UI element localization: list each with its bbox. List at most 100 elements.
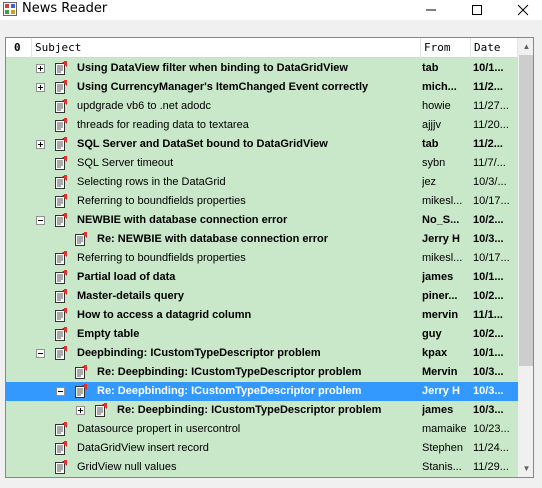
- message-subject: Selecting rows in the DataGrid: [77, 176, 226, 188]
- message-row[interactable]: Using CurrencyManager's ItemChanged Even…: [6, 78, 518, 97]
- close-button[interactable]: [504, 0, 542, 20]
- message-row[interactable]: Empty table guy 10/2...: [6, 325, 518, 344]
- message-row[interactable]: SQL Server timeout sybn 11/7/...: [6, 154, 518, 173]
- attachment-column-header[interactable]: 0: [6, 38, 32, 58]
- message-row[interactable]: Using DataView filter when binding to Da…: [6, 59, 518, 78]
- expand-thread-icon[interactable]: [36, 64, 45, 73]
- message-from: howie: [422, 100, 451, 112]
- message-icon: [54, 327, 68, 342]
- message-grid[interactable]: 0 Subject From Date Using DataView filte…: [5, 37, 534, 478]
- expand-thread-icon[interactable]: [36, 140, 45, 149]
- expand-thread-icon[interactable]: [36, 83, 45, 92]
- collapse-thread-icon[interactable]: [36, 349, 45, 358]
- message-icon: [54, 137, 68, 152]
- message-subject: Deepbinding: ICustomTypeDescriptor probl…: [77, 347, 321, 359]
- message-subject: Using CurrencyManager's ItemChanged Even…: [77, 81, 369, 93]
- message-date: 10/2...: [473, 214, 504, 226]
- message-row[interactable]: Re: Deepbinding: ICustomTypeDescriptor p…: [6, 382, 518, 401]
- message-row[interactable]: Re: NEWBIE with database connection erro…: [6, 230, 518, 249]
- close-icon: [517, 4, 529, 16]
- message-date: 10/1...: [473, 271, 504, 283]
- message-from: jez: [422, 176, 437, 188]
- message-list: Using DataView filter when binding to Da…: [6, 59, 518, 477]
- message-icon: [54, 80, 68, 95]
- message-row[interactable]: SQL Server and DataSet bound to DataGrid…: [6, 135, 518, 154]
- message-row[interactable]: threads for reading data to textarea ajjj…: [6, 116, 518, 135]
- from-column-header[interactable]: From: [421, 38, 471, 58]
- message-icon: [74, 384, 88, 399]
- message-row[interactable]: Deepbinding: ICustomTypeDescriptor probl…: [6, 344, 518, 363]
- message-date: 10/3...: [473, 385, 504, 397]
- message-row[interactable]: Datasource propert in usercontrol mamaike…: [6, 420, 518, 439]
- message-date: 11/29...: [473, 461, 509, 473]
- message-row[interactable]: Re: Deepbinding: ICustomTypeDescriptor p…: [6, 401, 518, 420]
- message-icon: [54, 441, 68, 456]
- message-row[interactable]: Re: Deepbinding: ICustomTypeDescriptor p…: [6, 363, 518, 382]
- message-icon: [54, 270, 68, 285]
- message-row[interactable]: GridView null values Stanis... 11/29...: [6, 458, 518, 477]
- message-date: 11/24...: [473, 442, 509, 454]
- message-row[interactable]: Master-details query piner... 10/2...: [6, 287, 518, 306]
- collapse-thread-icon[interactable]: [56, 387, 65, 396]
- message-icon: [54, 422, 68, 437]
- message-subject: SQL Server timeout: [77, 157, 174, 169]
- message-from: Stanis...: [422, 461, 462, 473]
- vertical-scrollbar[interactable]: ▲ ▼: [518, 38, 533, 477]
- message-from: Jerry H: [422, 385, 460, 397]
- message-subject: Referring to boundfields properties: [77, 195, 246, 207]
- message-from: ajjjv: [422, 119, 441, 131]
- message-icon: [74, 232, 88, 247]
- message-date: 10/3...: [473, 404, 504, 416]
- scroll-up-arrow-icon[interactable]: ▲: [518, 38, 533, 55]
- subject-column-header[interactable]: Subject: [32, 38, 421, 58]
- message-icon: [74, 365, 88, 380]
- message-date: 10/17...: [473, 252, 510, 264]
- collapse-thread-icon[interactable]: [36, 216, 45, 225]
- minimize-button[interactable]: [412, 0, 450, 20]
- message-subject: NEWBIE with database connection error: [77, 214, 288, 226]
- message-icon: [54, 99, 68, 114]
- message-from: piner...: [422, 290, 458, 302]
- expand-thread-icon[interactable]: [76, 406, 85, 415]
- message-from: guy: [422, 328, 442, 340]
- message-row[interactable]: NEWBIE with database connection error No_…: [6, 211, 518, 230]
- message-from: mamaike: [422, 423, 466, 435]
- message-date: 10/2...: [473, 290, 504, 302]
- message-subject: Using DataView filter when binding to Da…: [77, 62, 348, 74]
- scrollbar-thumb[interactable]: [519, 55, 533, 366]
- message-subject: Re: Deepbinding: ICustomTypeDescriptor p…: [97, 385, 362, 397]
- message-row[interactable]: Referring to boundfields properties mikes…: [6, 192, 518, 211]
- message-date: 10/3...: [473, 233, 504, 245]
- date-column-header[interactable]: Date: [471, 38, 518, 58]
- message-row[interactable]: updgrade vb6 to .net adodc howie 11/27...: [6, 97, 518, 116]
- message-icon: [54, 61, 68, 76]
- message-from: mikesl...: [422, 252, 463, 264]
- message-row[interactable]: Partial load of data james 10/1...: [6, 268, 518, 287]
- scroll-down-arrow-icon[interactable]: ▼: [518, 460, 533, 477]
- title-bar: News Reader: [0, 0, 542, 20]
- message-row[interactable]: How to access a datagrid column mervin 11/…: [6, 306, 518, 325]
- message-icon: [54, 460, 68, 475]
- message-from: tab: [422, 138, 439, 150]
- app-icon: [3, 2, 17, 16]
- message-from: Jerry H: [422, 233, 460, 245]
- message-icon: [54, 213, 68, 228]
- message-icon: [94, 403, 108, 418]
- message-row[interactable]: Referring to boundfields properties mikes…: [6, 249, 518, 268]
- message-date: 11/27...: [473, 100, 509, 112]
- maximize-button[interactable]: [458, 0, 496, 20]
- message-subject: How to access a datagrid column: [77, 309, 252, 321]
- message-subject: Master-details query: [77, 290, 184, 302]
- minimize-icon: [426, 9, 436, 11]
- message-row[interactable]: Selecting rows in the DataGrid jez 10/3/..…: [6, 173, 518, 192]
- message-date: 11/2...: [473, 138, 503, 150]
- message-subject: DataGridView insert record: [77, 442, 209, 454]
- message-subject: Referring to boundfields properties: [77, 252, 246, 264]
- message-subject: Re: Deepbinding: ICustomTypeDescriptor p…: [117, 404, 382, 416]
- message-date: 11/20...: [473, 119, 509, 131]
- message-date: 11/7/...: [473, 157, 506, 169]
- message-date: 11/2...: [473, 81, 503, 93]
- message-date: 10/23...: [473, 423, 510, 435]
- message-icon: [54, 251, 68, 266]
- message-row[interactable]: DataGridView insert record Stephen 11/24..…: [6, 439, 518, 458]
